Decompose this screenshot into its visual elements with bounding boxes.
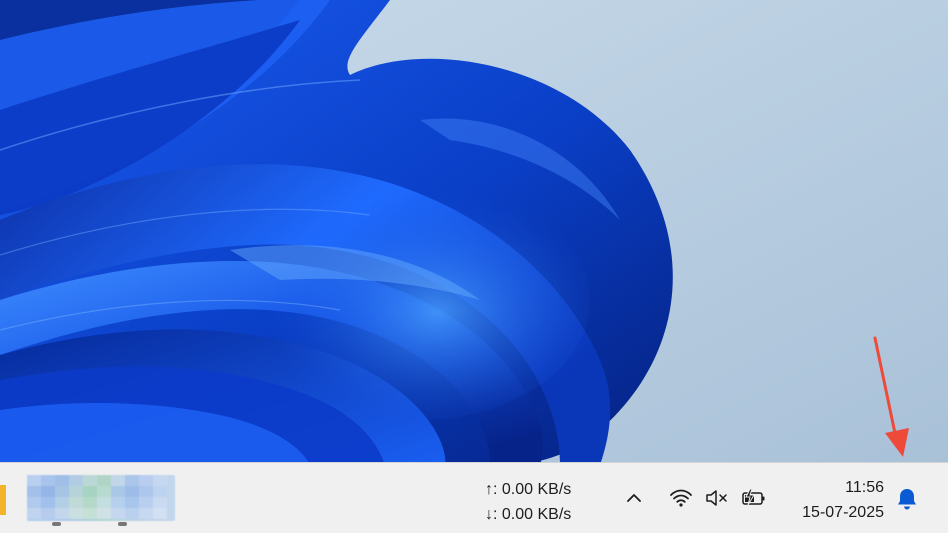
running-indicator bbox=[52, 522, 61, 526]
chevron-up-icon[interactable] bbox=[621, 486, 647, 510]
blurred-taskbar-apps[interactable] bbox=[27, 475, 175, 521]
network-speed-meter[interactable]: ↑: 0.00 KB/s ↓: 0.00 KB/s bbox=[485, 477, 571, 527]
speaker-muted-icon[interactable] bbox=[704, 486, 730, 510]
taskbar: ↑: 0.00 KB/s ↓: 0.00 KB/s 11:56 15-07-20… bbox=[0, 462, 948, 533]
bell-icon[interactable] bbox=[894, 486, 920, 512]
wifi-icon[interactable] bbox=[668, 486, 694, 510]
clock[interactable]: 11:56 15-07-2025 bbox=[784, 475, 884, 525]
clock-time: 11:56 bbox=[845, 479, 884, 496]
clock-date: 15-07-2025 bbox=[802, 504, 884, 521]
upload-speed: ↑: 0.00 KB/s bbox=[485, 481, 572, 498]
desktop: ↑: 0.00 KB/s ↓: 0.00 KB/s 11:56 15-07-20… bbox=[0, 0, 948, 533]
taskbar-app-edge[interactable] bbox=[0, 485, 6, 515]
running-indicator bbox=[118, 522, 127, 526]
battery-charging-icon[interactable] bbox=[741, 486, 767, 510]
bloom-wallpaper bbox=[0, 0, 948, 465]
download-speed: ↓: 0.00 KB/s bbox=[485, 506, 572, 523]
